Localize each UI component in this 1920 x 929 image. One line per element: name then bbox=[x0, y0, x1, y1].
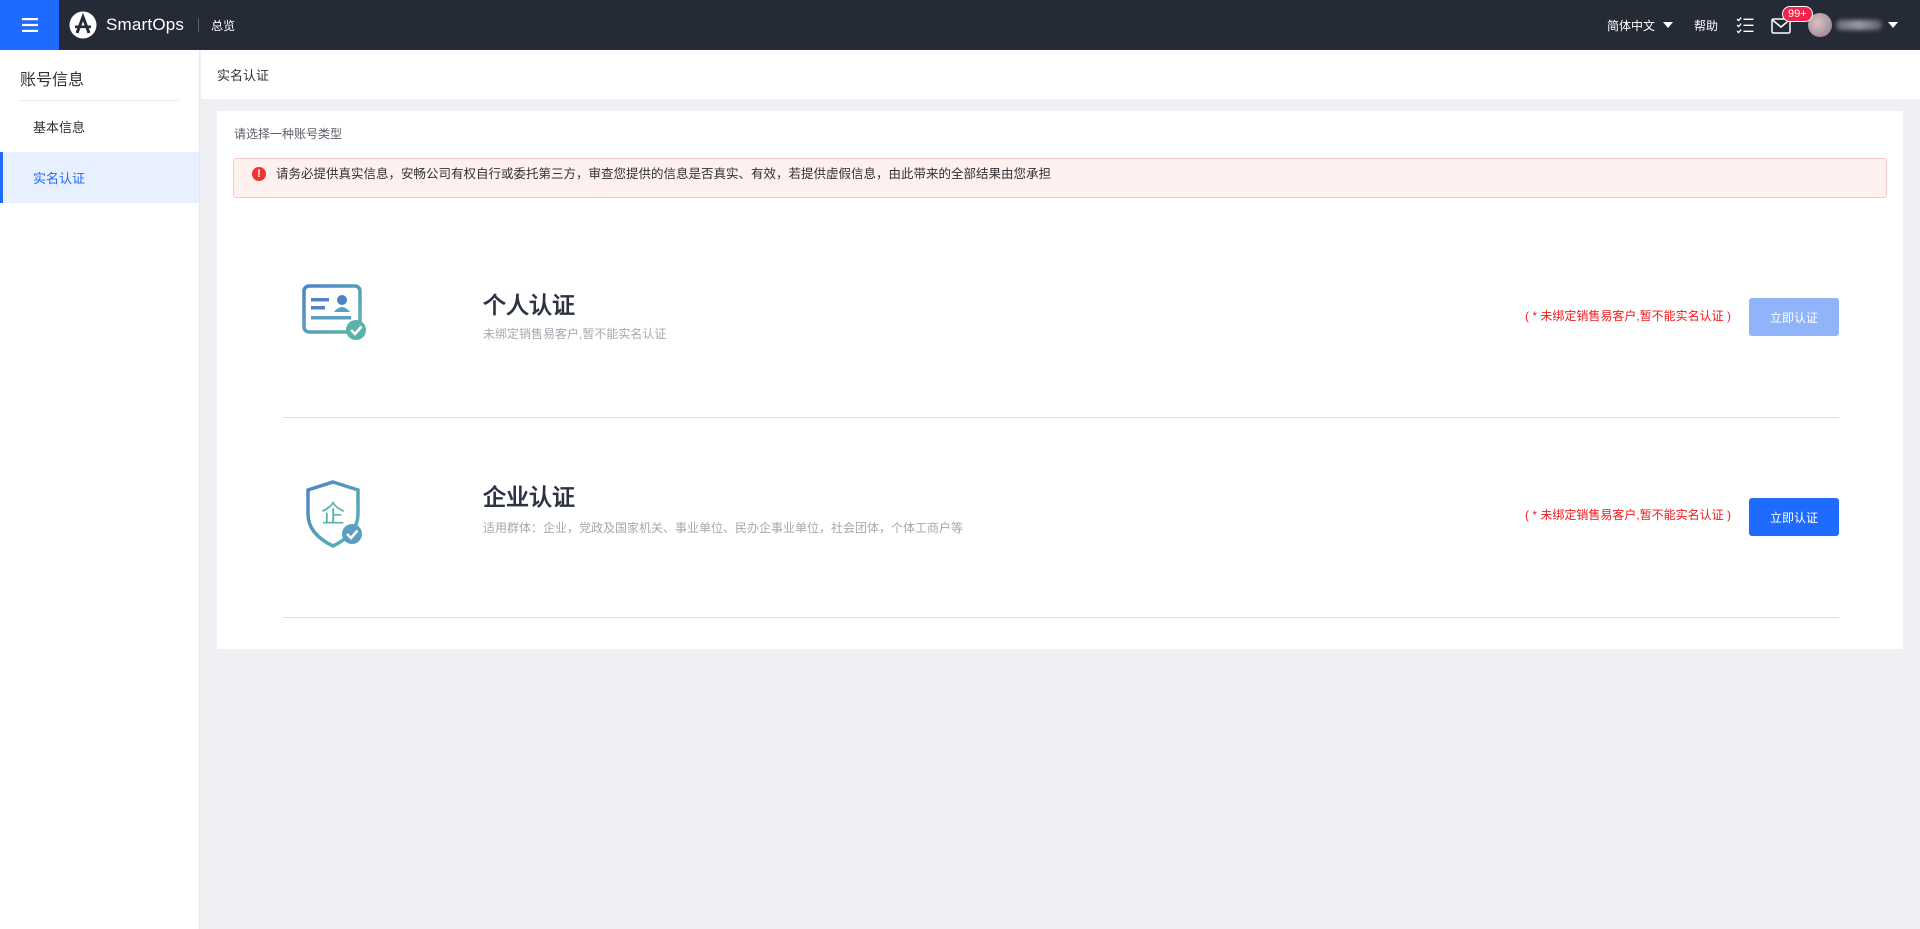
hamburger-menu-button[interactable] bbox=[0, 0, 59, 50]
enterprise-auth-description: 适用群体：企业，党政及国家机关、事业单位、民办企事业单位，社会团体，个体工商户等 bbox=[483, 521, 964, 535]
page-header: 实名认证 bbox=[201, 50, 1920, 99]
personal-auth-button[interactable]: 立即认证 bbox=[1749, 298, 1839, 336]
help-link[interactable]: 帮助 bbox=[1694, 17, 1718, 34]
messages-button[interactable]: 99+ bbox=[1771, 6, 1813, 34]
svg-text:企: 企 bbox=[321, 500, 345, 528]
sidebar-item-label: 实名认证 bbox=[33, 171, 86, 186]
personal-auth-warning: ( * 未绑定销售易客户,暂不能实名认证 ) bbox=[1525, 309, 1731, 323]
enterprise-auth-title: 企业认证 bbox=[483, 484, 575, 510]
chevron-down-icon bbox=[1662, 22, 1673, 28]
top-navigation-bar: SmartOps 总览 简体中文 帮助 99+ bbox=[0, 0, 1920, 50]
user-menu[interactable] bbox=[1808, 13, 1898, 37]
enterprise-auth-warning: ( * 未绑定销售易客户,暂不能实名认证 ) bbox=[1525, 508, 1731, 522]
task-list-icon[interactable] bbox=[1736, 16, 1754, 34]
sidebar-item-real-name-auth[interactable]: 实名认证 bbox=[0, 152, 199, 203]
row-divider bbox=[283, 617, 1839, 618]
topbar-actions: 简体中文 帮助 99+ bbox=[1607, 0, 1920, 50]
personal-auth-row: 个人认证 未绑定销售易客户,暂不能实名认证 ( * 未绑定销售易客户,暂不能实名… bbox=[283, 218, 1839, 418]
auth-type-card: 请选择一种账号类型 ! 请务必提供真实信息，安畅公司有权自行或委托第三方，审查您… bbox=[217, 111, 1903, 649]
exclamation-icon: ! bbox=[252, 167, 266, 181]
enterprise-auth-button[interactable]: 立即认证 bbox=[1749, 498, 1839, 536]
personal-auth-description: 未绑定销售易客户,暂不能实名认证 bbox=[483, 327, 667, 341]
username-blurred bbox=[1836, 20, 1882, 30]
sidebar-item-label: 基本信息 bbox=[33, 120, 86, 135]
smartops-logo-icon[interactable] bbox=[69, 11, 97, 39]
account-type-hint: 请选择一种账号类型 bbox=[234, 127, 343, 141]
sidebar: 账号信息 基本信息 实名认证 bbox=[0, 50, 200, 929]
id-card-icon bbox=[302, 284, 366, 340]
hamburger-icon bbox=[21, 18, 38, 32]
brand: SmartOps 总览 bbox=[69, 11, 235, 39]
brand-name: SmartOps bbox=[106, 15, 185, 34]
enterprise-shield-icon: 企 bbox=[306, 480, 362, 548]
page-title: 实名认证 bbox=[217, 68, 270, 83]
enterprise-auth-row: 企 企业认证 适用群体：企业，党政及国家机关、事业单位、民办企事业单位，社会团体… bbox=[283, 418, 1839, 618]
unread-count-badge: 99+ bbox=[1782, 6, 1813, 22]
alert-text: 请务必提供真实信息，安畅公司有权自行或委托第三方，审查您提供的信息是否真实、有效… bbox=[276, 167, 1052, 181]
overview-link[interactable]: 总览 bbox=[211, 17, 235, 34]
personal-auth-title: 个人认证 bbox=[483, 292, 575, 318]
language-label: 简体中文 bbox=[1606, 18, 1655, 33]
sidebar-title: 账号信息 bbox=[20, 72, 85, 89]
chevron-down-icon bbox=[1888, 22, 1898, 28]
language-selector[interactable]: 简体中文 bbox=[1607, 17, 1673, 34]
brand-separator bbox=[198, 18, 200, 32]
sidebar-item-basic-info[interactable]: 基本信息 bbox=[0, 101, 199, 152]
warning-alert: ! 请务必提供真实信息，安畅公司有权自行或委托第三方，审查您提供的信息是否真实、… bbox=[233, 158, 1887, 198]
